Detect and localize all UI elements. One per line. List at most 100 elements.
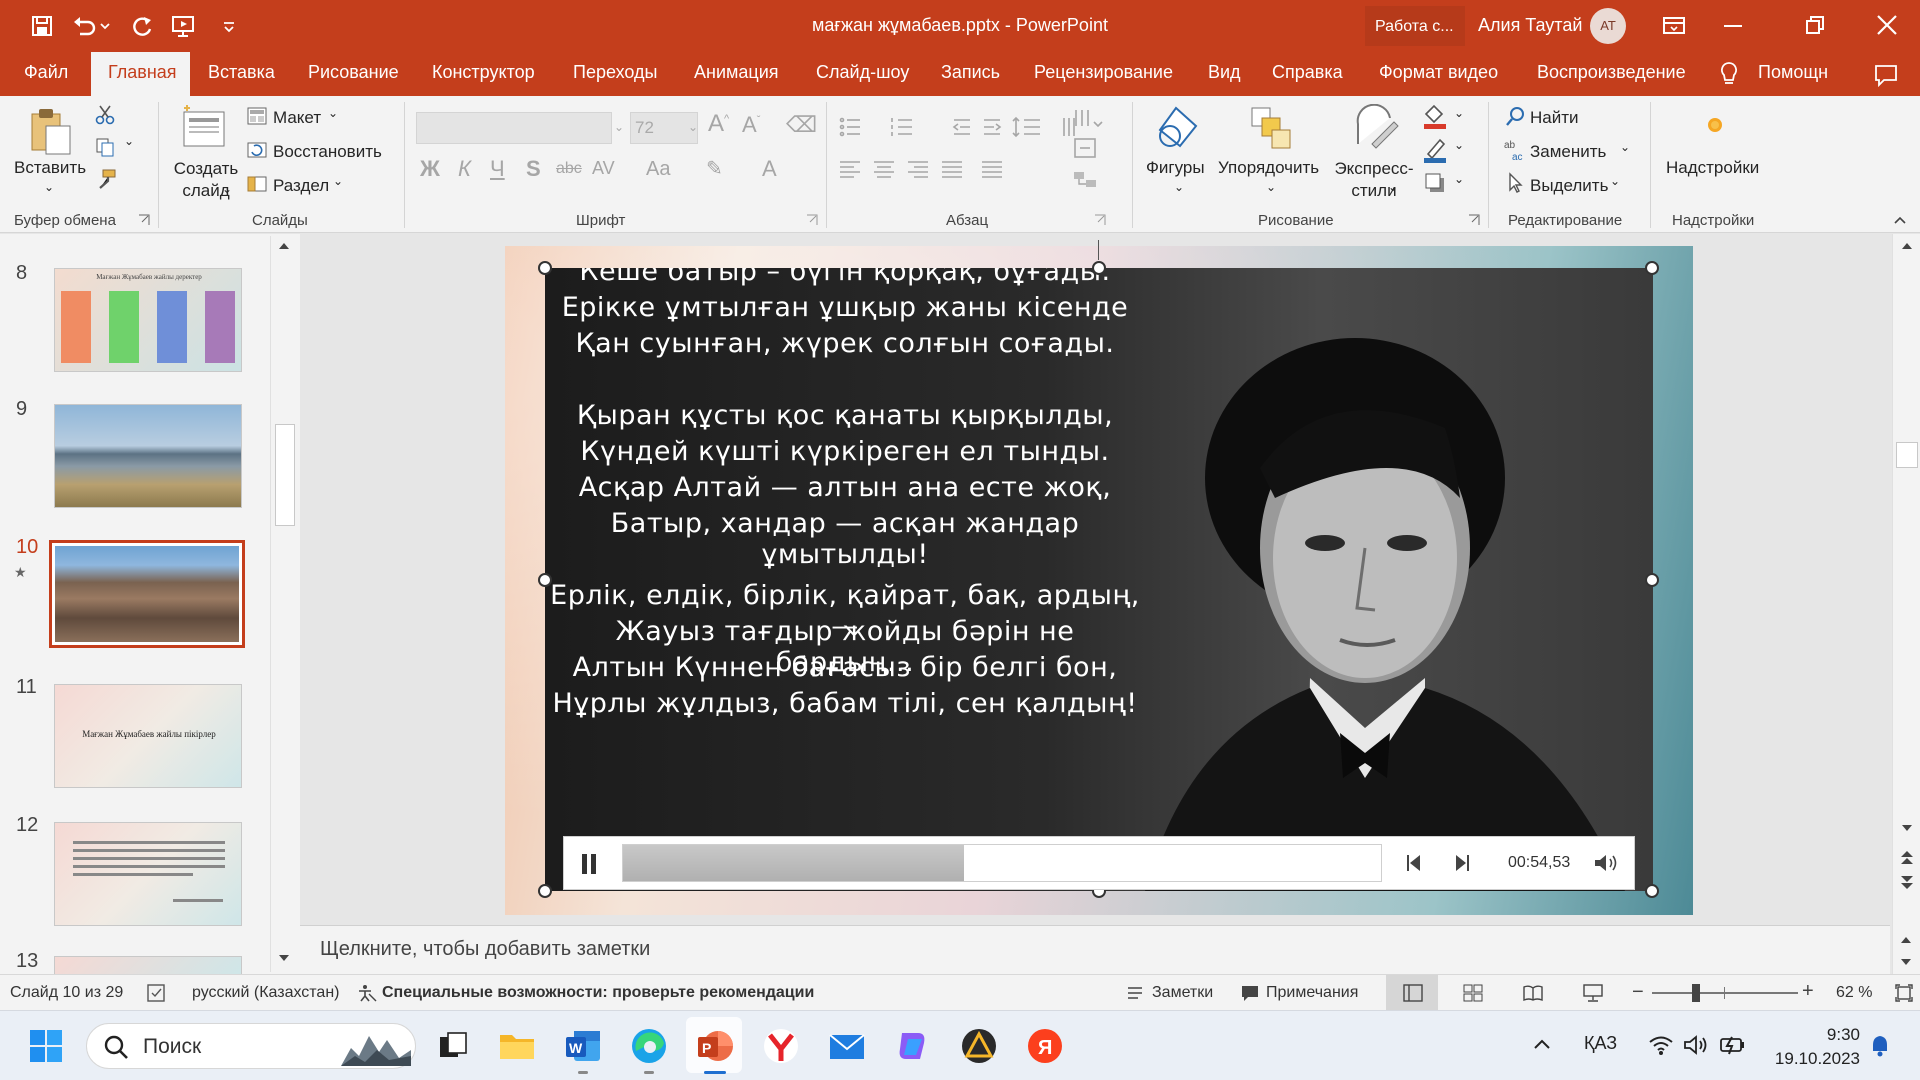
language-indicator[interactable]: русский (Казахстан)	[192, 984, 340, 1002]
shapes-button[interactable]: Фигуры	[1146, 158, 1205, 178]
scroll-down-icon[interactable]	[277, 952, 291, 964]
tab-home[interactable]: Главная	[108, 62, 177, 83]
file-explorer-icon[interactable]	[496, 1025, 538, 1067]
video-progress-bar[interactable]	[622, 844, 1382, 882]
previous-slide-icon[interactable]	[1898, 848, 1916, 868]
slide-thumbnail-12[interactable]	[54, 822, 242, 926]
tab-draw[interactable]: Рисование	[308, 62, 399, 83]
tab-record[interactable]: Запись	[941, 62, 1000, 83]
cut-icon[interactable]	[94, 104, 116, 126]
font-launcher-icon[interactable]	[806, 214, 818, 226]
yandex-icon[interactable]: Я	[1024, 1025, 1066, 1067]
close-icon[interactable]	[1872, 12, 1902, 40]
notes-pane[interactable]: Щелкните, чтобы добавить заметки	[300, 925, 1890, 974]
new-slide-icon[interactable]	[180, 104, 228, 154]
font-size-dropdown-icon[interactable]: ⌄	[688, 120, 698, 134]
highlight-icon[interactable]: ✎	[706, 156, 723, 181]
scroll-down-icon[interactable]	[1900, 822, 1914, 834]
taskbar-search[interactable]: Поиск	[86, 1023, 416, 1069]
resize-handle[interactable]	[538, 573, 552, 587]
skip-forward-icon[interactable]	[1450, 851, 1472, 875]
tab-design[interactable]: Конструктор	[432, 62, 535, 83]
edge-icon[interactable]	[628, 1025, 670, 1067]
shape-fill-icon[interactable]	[1422, 102, 1448, 130]
battery-charging-icon[interactable]	[1718, 1033, 1748, 1057]
reading-view-icon[interactable]	[1522, 983, 1544, 1003]
comments-status-icon[interactable]	[1240, 983, 1260, 1003]
fit-slide-icon[interactable]	[1894, 983, 1914, 1003]
tab-insert[interactable]: Вставка	[208, 62, 275, 83]
reset-icon[interactable]	[246, 140, 268, 160]
shapes-icon[interactable]	[1154, 104, 1202, 154]
zoom-level[interactable]: 62 %	[1836, 984, 1872, 1002]
user-name[interactable]: Алия Таутай	[1478, 15, 1582, 36]
format-painter-icon[interactable]	[94, 168, 118, 190]
powerpoint-icon[interactable]: P	[694, 1025, 736, 1067]
tab-view[interactable]: Вид	[1208, 62, 1241, 83]
tab-transitions[interactable]: Переходы	[573, 62, 657, 83]
minimize-icon[interactable]	[1718, 12, 1748, 40]
quick-styles-icon[interactable]	[1350, 104, 1400, 154]
char-spacing-button[interactable]: AV	[592, 158, 615, 179]
zoom-slider-thumb[interactable]	[1692, 984, 1700, 1002]
word-icon[interactable]: W	[562, 1025, 604, 1067]
zoom-in-icon[interactable]: +	[1802, 980, 1814, 1003]
collapse-ribbon-icon[interactable]	[1892, 214, 1908, 226]
paste-button[interactable]: Вставить	[14, 158, 86, 178]
quick-styles-dropdown-icon[interactable]: ⌄	[1388, 180, 1398, 194]
select-button[interactable]: Выделить	[1530, 176, 1608, 196]
slide-thumbnail-11[interactable]: Мағжан Жұмабаев жайлы пікірлер	[54, 684, 242, 788]
addins-icon[interactable]	[1706, 116, 1724, 134]
paragraph-launcher-icon[interactable]	[1094, 214, 1106, 226]
strikethrough-button[interactable]: abc	[556, 160, 582, 178]
section-dropdown-icon[interactable]: ⌄	[333, 174, 343, 188]
shape-outline-icon[interactable]	[1422, 136, 1448, 164]
drawing-launcher-icon[interactable]	[1468, 214, 1480, 226]
copilot-icon[interactable]	[892, 1025, 934, 1067]
replace-icon[interactable]: ab ac	[1504, 138, 1526, 162]
scroll-up-icon[interactable]	[277, 240, 291, 252]
slide-scrollbar[interactable]	[1892, 234, 1920, 974]
yandex-browser-icon[interactable]	[760, 1025, 802, 1067]
resize-handle[interactable]	[538, 261, 552, 275]
align-text-icon[interactable]	[1072, 136, 1104, 160]
clipboard-launcher-icon[interactable]	[138, 214, 150, 226]
find-icon[interactable]	[1504, 106, 1526, 128]
zoom-slider[interactable]	[1652, 992, 1798, 994]
restore-icon[interactable]	[1800, 12, 1830, 40]
skip-back-icon[interactable]	[1404, 851, 1426, 875]
change-case-button[interactable]: Aa	[646, 158, 670, 181]
scroll-thumb[interactable]	[1896, 442, 1918, 468]
mail-icon[interactable]	[826, 1025, 868, 1067]
scroll-up-icon[interactable]	[1900, 240, 1914, 252]
zoom-out-icon[interactable]: −	[1632, 981, 1644, 1004]
notes-icon[interactable]	[1126, 984, 1144, 1002]
normal-view-icon[interactable]	[1402, 983, 1424, 1003]
volume-icon[interactable]	[1592, 851, 1622, 875]
replace-dropdown-icon[interactable]: ⌄	[1620, 140, 1630, 154]
slideshow-view-icon[interactable]	[1582, 983, 1604, 1003]
input-language[interactable]: ҚАЗ	[1584, 1033, 1617, 1054]
arrange-icon[interactable]	[1248, 104, 1296, 154]
tab-playback[interactable]: Воспроизведение	[1537, 62, 1686, 83]
font-color-icon[interactable]: A	[762, 156, 777, 182]
shape-effects-icon[interactable]	[1422, 170, 1448, 196]
layout-button[interactable]: Макет	[273, 108, 321, 128]
paragraph-icons-row2[interactable]	[838, 156, 1038, 182]
notifications-bell-icon[interactable]	[1868, 1033, 1892, 1059]
paragraph-icons-row1[interactable]	[838, 114, 1078, 140]
shape-outline-dropdown-icon[interactable]: ⌄	[1454, 138, 1464, 152]
addins-button[interactable]: Надстройки	[1666, 158, 1759, 178]
font-family-dropdown-icon[interactable]: ⌄	[614, 120, 624, 134]
task-view-icon[interactable]	[432, 1025, 474, 1067]
shadow-button[interactable]: S	[526, 156, 541, 182]
layout-dropdown-icon[interactable]: ⌄	[328, 106, 338, 120]
underline-button[interactable]: Ч	[490, 156, 505, 182]
paste-icon[interactable]	[28, 106, 74, 156]
lightbulb-icon[interactable]	[1718, 60, 1740, 88]
decrease-font-icon[interactable]: Aˇ	[742, 112, 760, 138]
tab-file[interactable]: Файл	[24, 62, 68, 83]
notes-scroll-down-icon[interactable]	[1899, 956, 1913, 968]
copy-dropdown-icon[interactable]: ⌄	[124, 134, 134, 148]
italic-button[interactable]: К	[458, 156, 471, 182]
